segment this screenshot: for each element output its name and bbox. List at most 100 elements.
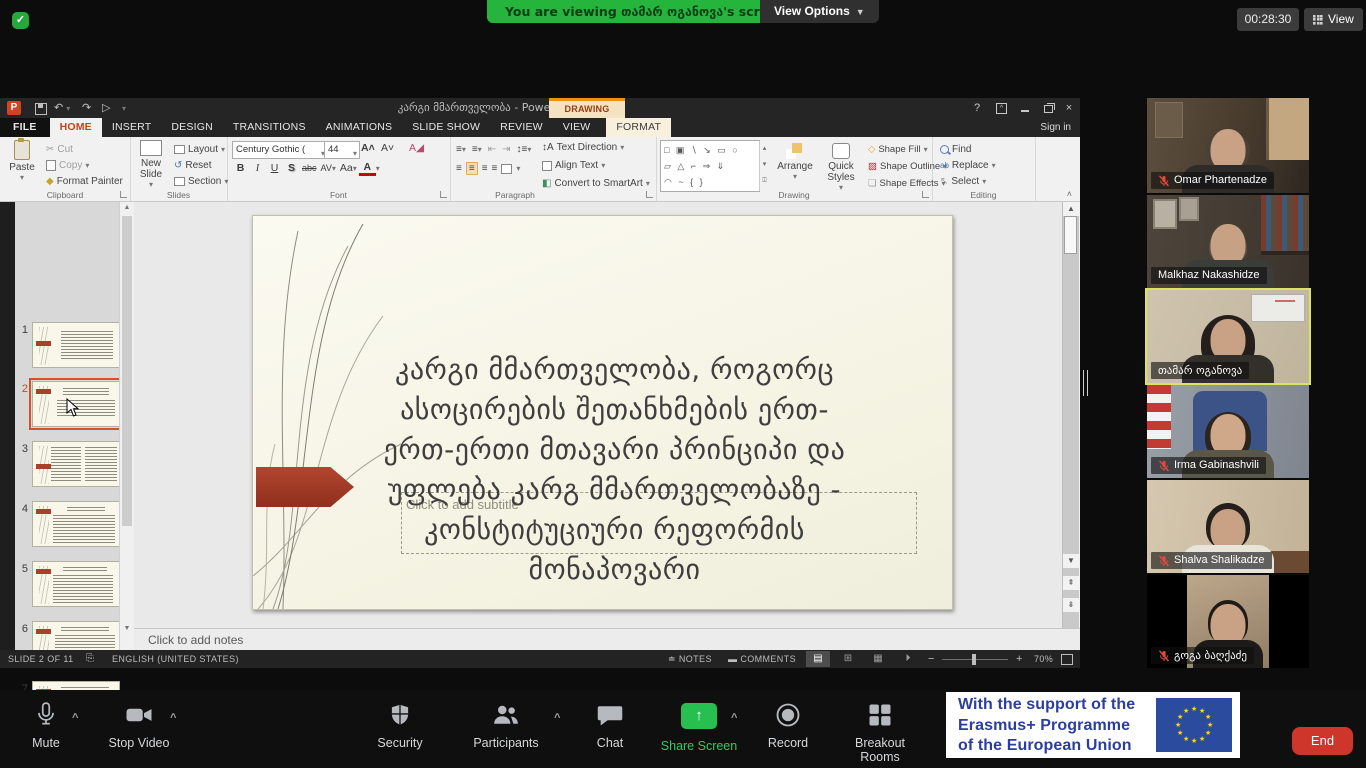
save-icon[interactable] xyxy=(35,103,47,115)
format-painter-button[interactable]: ◆Format Painter xyxy=(46,174,123,189)
increase-indent-button[interactable]: ⇥ xyxy=(502,144,510,155)
zoom-level[interactable]: 70% xyxy=(1034,650,1053,668)
view-options-menu[interactable]: View Options▼ xyxy=(760,0,879,23)
bold-button[interactable]: B xyxy=(232,161,249,176)
shape-gallery-scrollbar[interactable]: ▴▾⍗ xyxy=(759,141,771,191)
numbering-button[interactable]: ≡▾ xyxy=(472,144,482,155)
zoom-slider-thumb[interactable] xyxy=(972,654,976,665)
video-tile-shalva[interactable]: Shalva Shalikadze xyxy=(1147,480,1309,573)
minimize-icon[interactable] xyxy=(1014,98,1036,118)
encryption-shield-icon[interactable]: ✓ xyxy=(12,12,29,29)
security-button[interactable]: Security xyxy=(355,700,445,750)
quick-styles-button[interactable]: Quick Styles▾ xyxy=(818,143,864,192)
panel-resize-handle[interactable] xyxy=(1083,370,1090,396)
align-center-button[interactable]: ≡ xyxy=(466,162,478,175)
layout-button[interactable]: Layout ▾ xyxy=(174,142,225,157)
justify-button[interactable]: ≡ xyxy=(492,163,498,174)
video-tile-goga[interactable]: გოგა ბაღქაძე xyxy=(1147,575,1309,668)
shape-gallery[interactable]: □ ▣ ∖ ↘ ▭ ○ ▱ △ ⌐ ⇒ ⇓ ◠ ~ { } ▴▾⍗ xyxy=(660,140,760,192)
slide-canvas[interactable]: Click to add subtitle კარგი მმართველობა,… xyxy=(252,215,953,610)
reading-view-button[interactable]: ▦ xyxy=(866,651,890,667)
reset-button[interactable]: ↺Reset xyxy=(174,158,212,173)
character-spacing-button[interactable]: AV▾ xyxy=(319,161,338,176)
align-left-button[interactable]: ≡ xyxy=(456,163,462,174)
slide-thumbnail-4[interactable] xyxy=(32,501,120,547)
font-dialog-launcher[interactable] xyxy=(440,191,447,198)
text-direction-button[interactable]: ↕AText Direction ▾ xyxy=(542,140,624,155)
next-slide-icon[interactable]: ⇟ xyxy=(1063,598,1079,612)
line-spacing-button[interactable]: ↕≡▾ xyxy=(517,144,532,155)
mute-button[interactable]: Mute xyxy=(1,700,91,750)
video-tile-irma[interactable]: Irma Gabinashvili xyxy=(1147,385,1309,478)
tab-home[interactable]: HOME xyxy=(50,118,102,137)
font-color-button[interactable]: A xyxy=(359,161,376,176)
decrease-font-size-button[interactable]: A˅ xyxy=(379,141,396,156)
increase-font-size-button[interactable]: A˄ xyxy=(359,141,377,156)
notes-toggle[interactable]: ≐ NOTES xyxy=(668,650,712,668)
language-indicator[interactable]: ENGLISH (UNITED STATES) xyxy=(112,650,239,668)
previous-slide-icon[interactable]: ⇞ xyxy=(1063,576,1079,590)
spell-check-icon[interactable]: ⎘ xyxy=(86,650,94,668)
undo-button[interactable]: ↶ ▾ xyxy=(54,101,70,116)
find-button[interactable]: Find xyxy=(940,142,971,157)
tab-design[interactable]: DESIGN xyxy=(161,118,222,137)
clear-formatting-button[interactable]: A◢ xyxy=(407,141,426,156)
sign-in-link[interactable]: Sign in xyxy=(1040,118,1071,137)
decrease-indent-button[interactable]: ⇤ xyxy=(488,144,496,155)
select-button[interactable]: ↖Select ▾ xyxy=(940,174,986,189)
slide-thumbnail-1[interactable] xyxy=(32,322,120,368)
ribbon-display-options-icon[interactable]: ^ xyxy=(990,98,1012,118)
font-size-combo[interactable]: 44▾ xyxy=(324,141,360,159)
start-presentation-icon[interactable]: ▷ xyxy=(102,101,110,115)
text-shadow-button[interactable]: S xyxy=(283,161,300,176)
bullets-button[interactable]: ≡▾ xyxy=(456,144,466,155)
arrange-button[interactable]: Arrange▾ xyxy=(774,143,816,181)
video-tile-tamar-active-speaker[interactable]: თამარ ოგანოვა xyxy=(1147,290,1309,383)
slide-title-text[interactable]: კარგი მმართველობა, როგორც ასოცირების შეთ… xyxy=(313,350,916,590)
normal-view-button[interactable]: ▤ xyxy=(806,651,830,667)
zoom-in-button[interactable]: + xyxy=(1016,650,1023,668)
font-name-combo[interactable]: Century Gothic (▾ xyxy=(232,141,328,159)
tab-file[interactable]: FILE xyxy=(0,118,50,137)
new-slide-button[interactable]: New Slide▾ xyxy=(132,140,170,189)
share-options-chevron[interactable]: ^ xyxy=(731,712,737,724)
slideshow-view-button[interactable]: ⏵ xyxy=(896,651,920,667)
mute-options-chevron[interactable]: ^ xyxy=(72,712,78,724)
zoom-slider[interactable] xyxy=(942,659,1008,660)
thumbnail-scrollbar[interactable]: ▲ ▼ xyxy=(119,202,134,650)
align-right-button[interactable]: ≡ xyxy=(482,163,488,174)
help-icon[interactable]: ? xyxy=(966,98,988,118)
participants-options-chevron[interactable]: ^ xyxy=(554,712,560,724)
quick-access-dropdown-icon[interactable]: ▾ xyxy=(122,101,126,116)
align-text-button[interactable]: Align Text ▾ xyxy=(542,158,605,173)
change-case-button[interactable]: Aa▾ xyxy=(338,161,359,176)
italic-button[interactable]: I xyxy=(249,161,266,176)
scroll-up-icon[interactable]: ▲ xyxy=(1063,202,1079,216)
share-screen-button[interactable]: ↑ Share Screen xyxy=(654,700,744,753)
clipboard-dialog-launcher[interactable] xyxy=(120,191,127,198)
tab-insert[interactable]: INSERT xyxy=(102,118,162,137)
underline-button[interactable]: U xyxy=(266,161,283,176)
close-icon[interactable]: × xyxy=(1058,98,1080,118)
convert-smartart-button[interactable]: ◧Convert to SmartArt ▾ xyxy=(542,176,650,191)
tab-transitions[interactable]: TRANSITIONS xyxy=(223,118,316,137)
collapse-ribbon-button[interactable]: ˄ xyxy=(1067,189,1072,199)
slide-thumbnail-3[interactable] xyxy=(32,441,120,487)
tab-animations[interactable]: ANIMATIONS xyxy=(316,118,403,137)
video-tile-malkhaz[interactable]: Malkhaz Nakashidze xyxy=(1147,195,1309,288)
fit-to-window-icon[interactable] xyxy=(1061,654,1073,665)
slide-vertical-scrollbar[interactable]: ▲ ▼ ⇞ ⇟ xyxy=(1062,202,1079,628)
video-options-chevron[interactable]: ^ xyxy=(170,712,176,724)
tab-review[interactable]: REVIEW xyxy=(490,118,553,137)
breakout-rooms-button[interactable]: Breakout Rooms xyxy=(835,700,925,764)
scroll-down-icon[interactable]: ▼ xyxy=(1063,554,1079,568)
font-color-dropdown[interactable]: ▾ xyxy=(376,164,380,173)
tab-view[interactable]: VIEW xyxy=(553,118,601,137)
replace-button[interactable]: abReplace ▾ xyxy=(940,158,996,173)
view-layout-button[interactable]: View xyxy=(1304,8,1363,31)
notes-pane[interactable]: Click to add notes xyxy=(134,628,1080,650)
participants-button[interactable]: Participants xyxy=(461,700,551,750)
stop-video-button[interactable]: Stop Video xyxy=(94,700,184,750)
chat-button[interactable]: Chat xyxy=(565,700,655,750)
strikethrough-button[interactable]: abc xyxy=(300,161,319,176)
